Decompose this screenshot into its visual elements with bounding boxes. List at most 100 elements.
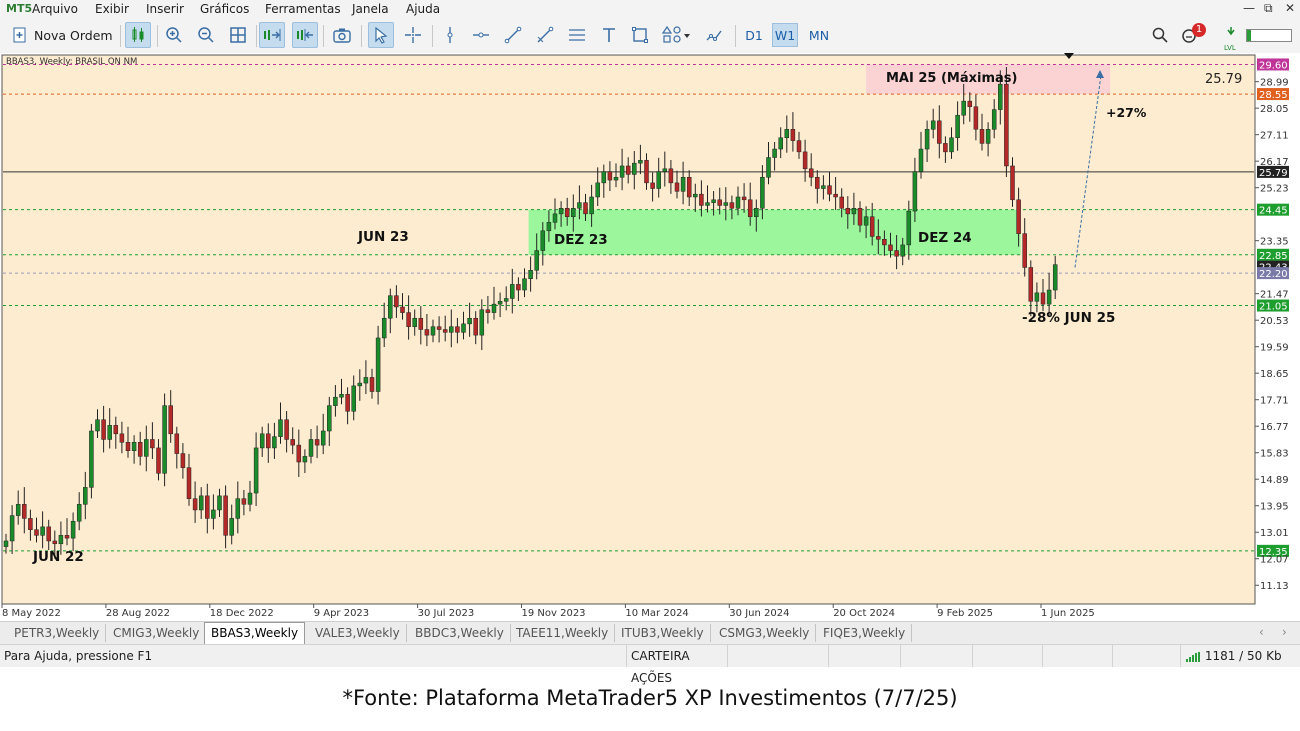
candle-body	[485, 309, 491, 313]
candle-body	[717, 199, 722, 206]
candle-body	[217, 495, 222, 511]
channel-button[interactable]	[564, 22, 590, 48]
plot-area	[1, 54, 1256, 605]
price-label: 15.83	[1260, 449, 1289, 460]
candle-body	[1004, 83, 1009, 167]
candle-body	[284, 419, 289, 440]
crosshair-button[interactable]	[400, 22, 426, 48]
close-icon[interactable]: ✕	[1285, 1, 1295, 15]
status-cell	[828, 645, 900, 667]
candle-body	[351, 385, 356, 412]
chart-shift-button[interactable]	[292, 22, 318, 48]
candle-body	[754, 208, 759, 217]
candle-body	[412, 317, 417, 327]
tab-fiqe3[interactable]: FIQE3,Weekly	[817, 624, 913, 642]
candle-body	[241, 498, 247, 505]
candle-body	[211, 509, 216, 519]
status-profile[interactable]: CARTEIRA AÇÕES	[626, 645, 727, 685]
candle-body	[491, 303, 497, 313]
candle-body	[461, 323, 466, 333]
annotation-jun22: JUN 22	[32, 549, 84, 565]
menu-janela[interactable]: Janela	[352, 2, 389, 16]
horizontal-line-button[interactable]	[468, 22, 494, 48]
level-bar	[1246, 29, 1292, 42]
candle-body	[516, 284, 521, 291]
candle-body	[473, 317, 478, 336]
zoom-in-button[interactable]	[161, 22, 187, 48]
notifications-button[interactable]: 1	[1179, 22, 1206, 48]
candle-body	[22, 504, 27, 519]
candle-body	[70, 520, 76, 539]
tab-bbdc3[interactable]: BBDC3,Weekly	[409, 624, 511, 642]
candle-body	[1016, 199, 1021, 234]
candle-body	[662, 168, 668, 172]
shapes-icon	[662, 26, 690, 43]
candle-body	[455, 326, 460, 333]
price-chart[interactable]: 29.6028.9928.5528.0527.1126.1725.7925.23…	[0, 53, 1300, 621]
chart-type-candles-button[interactable]	[125, 22, 151, 48]
menu-inserir[interactable]: Inserir	[146, 2, 184, 16]
tab-petr3[interactable]: PETR3,Weekly	[8, 624, 107, 642]
candle-body	[760, 176, 765, 209]
signal-level-indicator: LVL	[1224, 25, 1238, 52]
tab-itub3[interactable]: ITUB3,Weekly	[615, 624, 711, 642]
search-button[interactable]	[1147, 22, 1173, 48]
horizontal-line-icon	[473, 32, 489, 38]
ray-button[interactable]	[532, 22, 558, 48]
cursor-tool-button[interactable]	[368, 22, 394, 48]
tabs-scroll-right-icon[interactable]: ›	[1282, 625, 1287, 639]
status-connection[interactable]: 1181 / 50 Kb	[1180, 645, 1300, 667]
candle-body	[540, 230, 546, 251]
timeframe-d1[interactable]: D1	[741, 23, 767, 47]
menu-exibir[interactable]: Exibir	[95, 2, 129, 16]
tab-vale3[interactable]: VALE3,Weekly	[309, 624, 407, 642]
app-logo-icon: MT5	[6, 2, 33, 15]
menu-ferramentas[interactable]: Ferramentas	[265, 2, 341, 16]
new-order-icon	[13, 27, 26, 43]
indicators-button[interactable]	[701, 22, 727, 48]
menu-graficos[interactable]: Gráficos	[200, 2, 249, 16]
menu-arquivo[interactable]: Arquivo	[32, 2, 78, 16]
price-tag-label: 22.20	[1259, 269, 1288, 280]
zoom-out-icon	[198, 27, 214, 43]
zoom-out-button[interactable]	[193, 22, 219, 48]
tile-windows-button[interactable]	[225, 22, 251, 48]
candle-body	[924, 129, 930, 150]
vertical-line-button[interactable]	[437, 22, 463, 48]
candle-body	[479, 309, 485, 336]
candle-body	[900, 244, 905, 257]
restore-icon[interactable]: ⧉	[1264, 1, 1273, 16]
candle-body	[943, 143, 948, 153]
text-tool-button[interactable]	[596, 22, 622, 48]
shapes-dropdown-button[interactable]	[658, 22, 696, 48]
candle-body	[156, 447, 161, 474]
candle-body	[778, 137, 783, 150]
status-cell	[900, 645, 972, 667]
candle-body	[613, 176, 619, 181]
source-caption: *Fonte: Plataforma MetaTrader5 XP Invest…	[342, 686, 958, 710]
tabs-scroll-left-icon[interactable]: ‹	[1259, 625, 1264, 639]
status-bar: Para Ajuda, pressione F1 CARTEIRA AÇÕES …	[0, 644, 1300, 685]
new-order-button[interactable]: Nova Ordem	[12, 23, 113, 47]
tab-csmg3[interactable]: CSMG3,Weekly	[713, 624, 817, 642]
screenshot-button[interactable]	[329, 22, 355, 48]
menu-ajuda[interactable]: Ajuda	[406, 2, 440, 16]
price-label: 13.95	[1260, 502, 1289, 513]
candle-body	[1046, 289, 1052, 305]
text-icon	[603, 28, 615, 42]
chart-window[interactable]: 29.60 28.99 28.55 28.05 27.11 26.17 25.79 25.23…	[0, 53, 1300, 621]
tab-taee11[interactable]: TAEE11,Weekly	[510, 624, 616, 642]
rectangle-tool-button[interactable]	[627, 22, 653, 48]
minimize-icon[interactable]: —	[1243, 1, 1255, 15]
timeframe-w1[interactable]: W1	[772, 23, 798, 47]
status-cell	[727, 645, 828, 667]
tab-bbas3[interactable]: BBAS3,Weekly	[204, 622, 306, 644]
autoscroll-button[interactable]	[259, 22, 285, 48]
timeframe-mn[interactable]: MN	[805, 23, 833, 47]
trendline-button[interactable]	[500, 22, 526, 48]
candle-body	[583, 202, 588, 215]
candle-body	[247, 492, 253, 505]
tab-cmig3[interactable]: CMIG3,Weekly	[107, 624, 207, 642]
candle-body	[705, 202, 710, 206]
candle-body	[9, 515, 15, 542]
